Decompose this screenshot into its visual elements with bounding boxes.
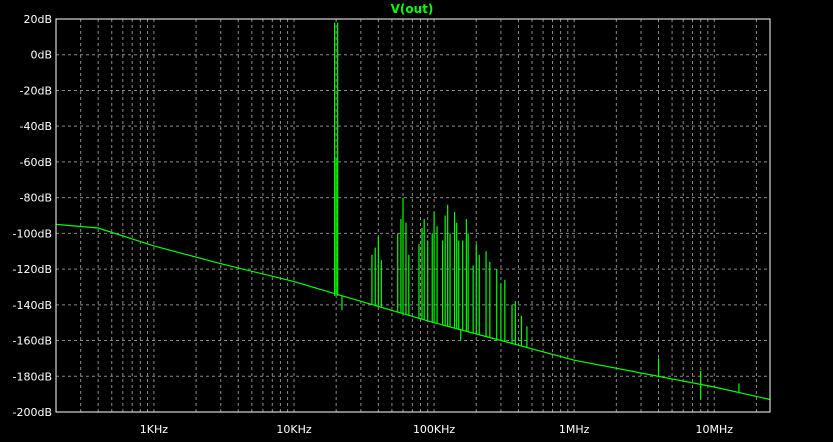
y-tick-label: 0dB [30,49,52,62]
noise-floor-trace [55,223,771,401]
spectrum-chart: V(out) 20dB 0dB -20dB -40dB -60dB -80dB -100dB… [13,2,771,436]
y-tick-label: -20dB [20,84,53,97]
y-tick-label: 20dB [23,13,52,26]
y-tick-label: -200dB [13,406,53,419]
y-tick-label: -160dB [13,335,53,348]
x-tick-label: 1KHz [140,423,168,436]
y-tick-label: -100dB [13,227,53,240]
y-tick-label: -180dB [13,370,53,383]
x-tick-labels: 1KHz 10KHz 100KHz 1MHz 10MHz [140,423,733,436]
x-tick-label: 100KHz [413,423,455,436]
y-tick-label: -140dB [13,299,53,312]
y-tick-label: -40dB [20,120,53,133]
y-tick-label: -80dB [20,192,53,205]
y-tick-label: -60dB [20,156,53,169]
plot-window: V(out) 20dB 0dB -20dB -40dB -60dB -80dB -100dB… [0,0,833,438]
plot-frame [55,18,771,413]
trace-layer [55,22,771,401]
y-tick-labels: 20dB 0dB -20dB -40dB -60dB -80dB -100dB -120dB -… [13,13,53,419]
grid-layer [55,18,770,413]
x-tick-label: 10MHz [695,423,733,436]
y-tick-label: -120dB [13,263,53,276]
chart-title: V(out) [391,2,434,16]
x-tick-label: 1MHz [559,423,590,436]
x-tick-label: 10KHz [276,423,311,436]
